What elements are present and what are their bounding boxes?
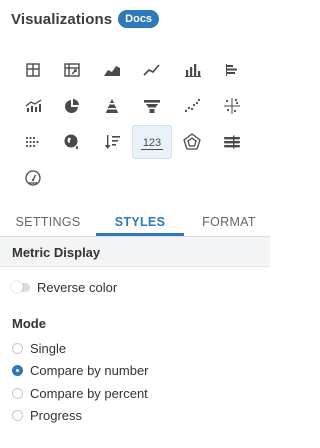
viz-line-chart[interactable]: [132, 53, 172, 87]
reverse-color-label: Reverse color: [37, 280, 118, 295]
radio-button[interactable]: [12, 343, 23, 354]
bar-chart-icon: [185, 64, 201, 77]
docs-link[interactable]: Docs: [118, 10, 160, 28]
viz-metric-display[interactable]: 123: [132, 125, 172, 159]
viz-quadrant-chart[interactable]: [212, 89, 252, 123]
sort-list-icon: [104, 135, 120, 149]
reverse-color-row[interactable]: Reverse color: [11, 280, 118, 295]
scatter-plot-icon: [184, 98, 201, 113]
viz-horizontal-bar-chart[interactable]: [212, 53, 252, 87]
reverse-color-toggle[interactable]: [11, 281, 30, 293]
visualizations-header: Visualizations Docs: [11, 10, 160, 28]
radio-button-checked[interactable]: [12, 365, 23, 376]
viz-bullet-chart[interactable]: [212, 125, 252, 159]
viz-radar-chart[interactable]: [172, 125, 212, 159]
tab-settings[interactable]: SETTINGS: [0, 212, 96, 236]
funnel-chart-icon: [144, 100, 160, 113]
viz-bar-chart[interactable]: [172, 53, 212, 87]
viz-pie-chart[interactable]: [52, 89, 92, 123]
viz-pyramid-chart[interactable]: [92, 89, 132, 123]
viz-funnel-chart[interactable]: [132, 89, 172, 123]
mode-label: Mode: [12, 316, 46, 331]
viz-map[interactable]: [52, 125, 92, 159]
combo-chart-icon: [25, 99, 42, 112]
viz-table[interactable]: [13, 53, 53, 87]
radio-label: Compare by number: [30, 363, 149, 378]
pivot-table-icon: [64, 63, 80, 77]
viz-sort-list[interactable]: [92, 125, 132, 159]
map-icon: [64, 134, 79, 151]
area-chart-icon: [104, 66, 120, 76]
radio-option-single[interactable]: Single: [12, 341, 66, 356]
bullet-chart-icon: [224, 135, 240, 149]
gauge-icon: [25, 170, 41, 186]
radio-button[interactable]: [12, 410, 23, 421]
radio-label: Compare by percent: [30, 386, 148, 401]
radar-chart-icon: [183, 133, 201, 150]
table-icon: [26, 63, 40, 77]
pyramid-chart-icon: [105, 99, 119, 113]
tab-format[interactable]: FORMAT: [184, 212, 274, 236]
section-header: Metric Display: [0, 237, 270, 267]
viz-scatter-plot[interactable]: [172, 89, 212, 123]
panel-tabs: SETTINGS STYLES FORMAT: [0, 212, 270, 236]
radio-label: Single: [30, 341, 67, 356]
radio-button[interactable]: [12, 388, 23, 399]
radio-option-compare-by-percent[interactable]: Compare by percent: [12, 386, 148, 401]
tab-styles[interactable]: STYLES: [96, 212, 184, 236]
viz-area-chart[interactable]: [92, 53, 132, 87]
line-chart-icon: [143, 64, 160, 76]
viz-gauge[interactable]: [13, 161, 53, 195]
toggle-knob: [11, 281, 23, 293]
radio-label: Progress: [30, 408, 83, 423]
viz-combo-chart[interactable]: [13, 89, 53, 123]
panel-title: Visualizations: [11, 10, 113, 28]
metric-display-label: 123: [143, 137, 161, 149]
radio-option-progress[interactable]: Progress: [12, 408, 82, 423]
dot-matrix-icon: [25, 136, 39, 148]
horizontal-bar-chart-icon: [226, 64, 237, 76]
radio-option-compare-by-number[interactable]: Compare by number: [12, 363, 149, 378]
pie-chart-icon: [65, 99, 79, 113]
metric-display-icon: 123: [141, 137, 163, 150]
viz-pivot-table[interactable]: [52, 53, 92, 87]
quadrant-chart-icon: [224, 98, 240, 114]
viz-dot-matrix[interactable]: [13, 125, 53, 159]
section-title: Metric Display: [12, 245, 101, 260]
